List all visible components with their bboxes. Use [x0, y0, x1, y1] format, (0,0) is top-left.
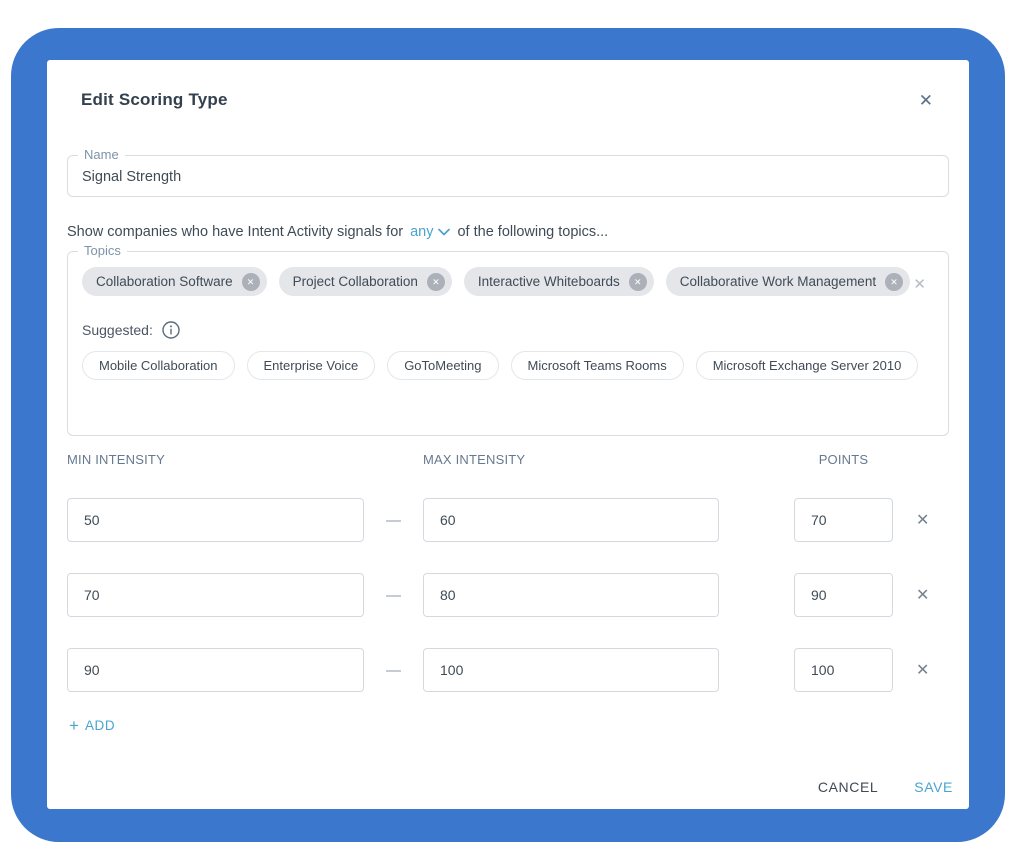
range-dash: —: [364, 587, 423, 604]
range-dash: —: [364, 662, 423, 679]
suggestion-chip[interactable]: Microsoft Teams Rooms: [511, 351, 684, 380]
suggestion-chip-list: Mobile Collaboration Enterprise Voice Go…: [82, 351, 934, 380]
close-icon[interactable]: ✕: [917, 90, 935, 111]
topic-chip: Project Collaboration ✕: [279, 267, 452, 296]
cancel-button[interactable]: CANCEL: [818, 779, 878, 795]
score-table-header: MIN INTENSITY MAX INTENSITY POINTS: [67, 452, 949, 467]
info-icon[interactable]: [162, 321, 180, 339]
clear-topics-icon[interactable]: ✕: [911, 273, 928, 295]
match-type-value: any: [410, 224, 433, 240]
blue-frame: Edit Scoring Type ✕ Name Show companies …: [11, 28, 1005, 842]
min-intensity-input[interactable]: [67, 648, 364, 692]
range-dash: —: [364, 512, 423, 529]
modal-header: Edit Scoring Type ✕: [81, 60, 935, 110]
min-intensity-input[interactable]: [67, 498, 364, 542]
suggestion-chip[interactable]: Enterprise Voice: [247, 351, 376, 380]
remove-topic-icon[interactable]: ✕: [242, 273, 260, 291]
suggestion-chip[interactable]: Mobile Collaboration: [82, 351, 235, 380]
name-field[interactable]: Name: [67, 155, 949, 197]
topic-chip-label: Collaboration Software: [96, 274, 233, 289]
topic-chip-list: Collaboration Software ✕ Project Collabo…: [82, 267, 912, 296]
suggestion-chip[interactable]: Microsoft Exchange Server 2010: [696, 351, 919, 380]
score-row: — ✕: [67, 648, 949, 692]
min-intensity-header: MIN INTENSITY: [67, 452, 423, 467]
topics-field[interactable]: Topics ✕ Collaboration Software ✕ Projec…: [67, 251, 949, 436]
add-row-label: ADD: [85, 718, 115, 733]
score-row: — ✕: [67, 498, 949, 542]
suggestion-chip[interactable]: GoToMeeting: [387, 351, 498, 380]
add-row-button[interactable]: + ADD: [69, 717, 115, 734]
sentence-suffix: of the following topics...: [457, 224, 608, 240]
topic-chip: Collaborative Work Management ✕: [666, 267, 910, 296]
max-intensity-input[interactable]: [423, 573, 719, 617]
points-input[interactable]: [794, 648, 893, 692]
max-intensity-header: MAX INTENSITY: [423, 452, 719, 467]
score-row: — ✕: [67, 573, 949, 617]
modal-title: Edit Scoring Type: [81, 90, 228, 110]
remove-topic-icon[interactable]: ✕: [885, 273, 903, 291]
topic-chip-label: Interactive Whiteboards: [478, 274, 620, 289]
min-intensity-input[interactable]: [67, 573, 364, 617]
topic-chip: Interactive Whiteboards ✕: [464, 267, 654, 296]
page-background: Edit Scoring Type ✕ Name Show companies …: [0, 0, 1024, 853]
delete-row-icon[interactable]: ✕: [914, 508, 931, 532]
edit-scoring-type-modal: Edit Scoring Type ✕ Name Show companies …: [47, 60, 969, 809]
plus-icon: +: [69, 717, 79, 734]
remove-topic-icon[interactable]: ✕: [629, 273, 647, 291]
max-intensity-input[interactable]: [423, 498, 719, 542]
topics-field-label: Topics: [78, 243, 127, 258]
topic-chip-label: Project Collaboration: [293, 274, 418, 289]
delete-row-icon[interactable]: ✕: [914, 583, 931, 607]
delete-row-icon[interactable]: ✕: [914, 658, 931, 682]
save-button[interactable]: SAVE: [914, 779, 953, 795]
chevron-down-icon: [438, 228, 450, 236]
intent-sentence: Show companies who have Intent Activity …: [67, 224, 949, 240]
points-header: POINTS: [794, 452, 893, 467]
remove-topic-icon[interactable]: ✕: [427, 273, 445, 291]
points-input[interactable]: [794, 498, 893, 542]
max-intensity-input[interactable]: [423, 648, 719, 692]
topic-chip-label: Collaborative Work Management: [680, 274, 876, 289]
suggested-label: Suggested:: [82, 322, 153, 338]
topic-chip: Collaboration Software ✕: [82, 267, 267, 296]
modal-footer: CANCEL SAVE: [818, 779, 953, 795]
name-field-label: Name: [78, 147, 125, 162]
match-type-dropdown[interactable]: any: [410, 224, 450, 240]
suggested-row: Suggested:: [82, 321, 934, 339]
points-input[interactable]: [794, 573, 893, 617]
sentence-prefix: Show companies who have Intent Activity …: [67, 224, 403, 240]
name-input[interactable]: [68, 156, 948, 196]
